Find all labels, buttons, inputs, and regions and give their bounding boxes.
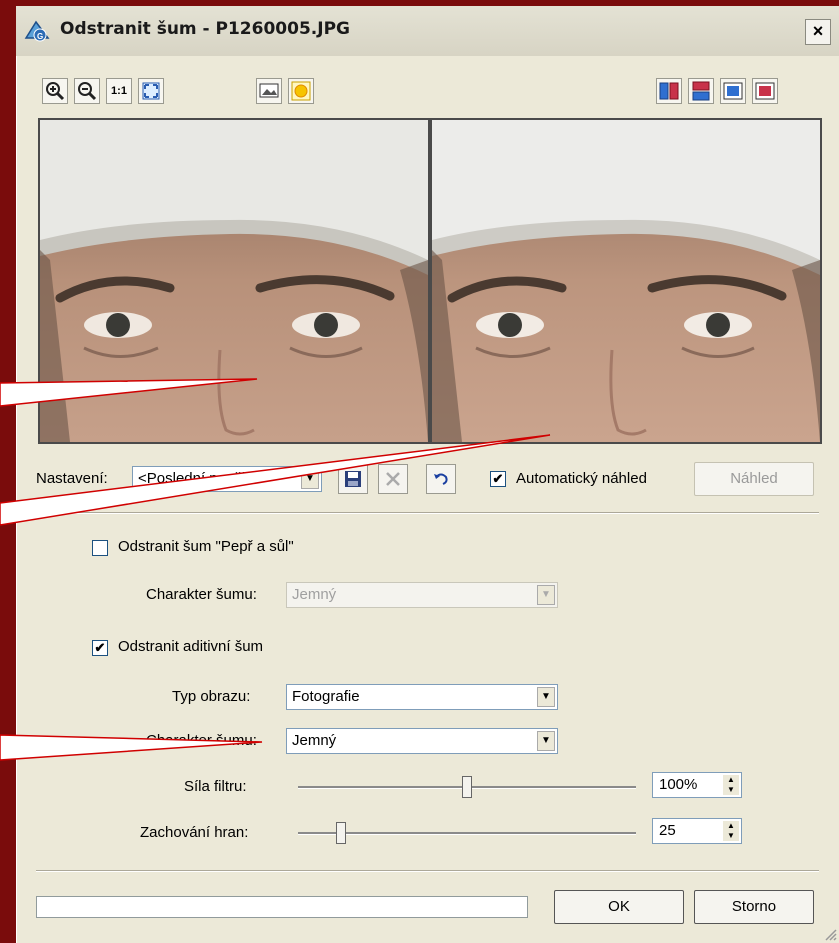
resize-grip-icon[interactable] <box>823 927 837 941</box>
image-type-label: Typ obrazu: <box>172 688 251 705</box>
split-vertical-icon <box>659 82 679 100</box>
edge-preservation-slider-thumb[interactable] <box>336 822 346 844</box>
divider <box>36 512 819 514</box>
preview-button[interactable]: Náhled <box>694 462 814 496</box>
result-only-icon <box>755 82 775 100</box>
filter-strength-label: Síla filtru: <box>184 778 247 795</box>
spin-arrows-icon[interactable]: ▲ ▼ <box>723 775 739 795</box>
filter-strength-value: 100% <box>659 776 698 793</box>
image-icon <box>259 83 279 98</box>
save-icon <box>345 471 361 487</box>
additive-character-select[interactable]: Jemný ▼ <box>286 728 558 754</box>
edge-preservation-value: 25 <box>659 822 676 839</box>
filter-strength-spinbox[interactable]: 100% ▲ ▼ <box>652 772 742 798</box>
additive-noise-label: Odstranit aditivní šum <box>118 638 264 655</box>
edge-preservation-track[interactable] <box>298 832 636 835</box>
undo-icon <box>434 473 448 485</box>
preset-select[interactable]: <Poslední použité> ▼ <box>132 466 322 492</box>
filter-strength-slider-thumb[interactable] <box>462 776 472 798</box>
reset-button[interactable] <box>426 464 456 494</box>
actual-size-label: 1:1 <box>111 85 127 97</box>
save-preset-button[interactable] <box>338 464 368 494</box>
result-preview[interactable] <box>430 118 822 444</box>
original-preview[interactable] <box>38 118 430 444</box>
settings-label: Nastavení: <box>36 470 108 487</box>
split-horizontal-icon <box>692 81 710 101</box>
noise-removal-dialog: G Odstranit šum - P1260005.JPG × 1:1 Nas… <box>16 6 839 943</box>
brightness-button[interactable] <box>288 78 314 104</box>
divider <box>36 870 819 872</box>
zoom-in-button[interactable] <box>42 78 68 104</box>
salt-pepper-character-select[interactable]: Jemný ▼ <box>286 582 558 608</box>
title-bar[interactable]: G Odstranit šum - P1260005.JPG × <box>16 6 839 56</box>
cancel-button[interactable]: Storno <box>694 890 814 924</box>
delete-preset-button[interactable] <box>378 464 408 494</box>
salt-pepper-character-label: Charakter šumu: <box>146 586 257 603</box>
view-result-button[interactable] <box>752 78 778 104</box>
salt-pepper-checkbox[interactable] <box>92 540 108 556</box>
chevron-down-icon[interactable]: ▼ <box>537 585 555 605</box>
auto-preview-label: Automatický náhled <box>516 470 647 487</box>
salt-pepper-character-value: Jemný <box>292 586 337 603</box>
fit-window-icon <box>142 82 160 100</box>
chevron-down-icon[interactable]: ▼ <box>537 731 555 751</box>
image-type-value: Fotografie <box>292 688 360 705</box>
additive-character-label: Charakter šumu: <box>146 732 257 749</box>
window-title: Odstranit šum - P1260005.JPG <box>60 19 350 39</box>
edge-preservation-label: Zachování hran: <box>140 824 249 841</box>
result-photo <box>432 120 820 442</box>
additive-character-value: Jemný <box>292 732 337 749</box>
ok-button[interactable]: OK <box>554 890 684 924</box>
delete-icon <box>386 472 400 486</box>
fit-window-button[interactable] <box>138 78 164 104</box>
spin-arrows-icon[interactable]: ▲ ▼ <box>723 821 739 841</box>
progress-bar <box>36 896 528 918</box>
edge-preservation-spinbox[interactable]: 25 ▲ ▼ <box>652 818 742 844</box>
original-image-button[interactable] <box>256 78 282 104</box>
svg-text:G: G <box>37 32 43 41</box>
sun-icon <box>291 81 311 101</box>
view-original-button[interactable] <box>720 78 746 104</box>
actual-size-button[interactable]: 1:1 <box>106 78 132 104</box>
additive-noise-checkbox[interactable]: ✔ <box>92 640 108 656</box>
chevron-down-icon[interactable]: ▼ <box>537 687 555 707</box>
preset-value: <Poslední použité> <box>138 470 267 487</box>
auto-preview-checkbox[interactable]: ✔ <box>490 471 506 487</box>
original-photo <box>40 120 428 442</box>
view-split-vertical-button[interactable] <box>656 78 682 104</box>
zoom-out-icon <box>78 82 97 101</box>
close-button[interactable]: × <box>805 19 831 45</box>
zoom-out-button[interactable] <box>74 78 100 104</box>
chevron-down-icon[interactable]: ▼ <box>301 469 319 489</box>
image-type-select[interactable]: Fotografie ▼ <box>286 684 558 710</box>
salt-pepper-label: Odstranit šum "Pepř a sůl" <box>118 538 294 555</box>
zoom-in-icon <box>46 82 65 101</box>
view-split-horizontal-button[interactable] <box>688 78 714 104</box>
app-logo-icon: G <box>24 20 50 42</box>
original-only-icon <box>723 82 743 100</box>
